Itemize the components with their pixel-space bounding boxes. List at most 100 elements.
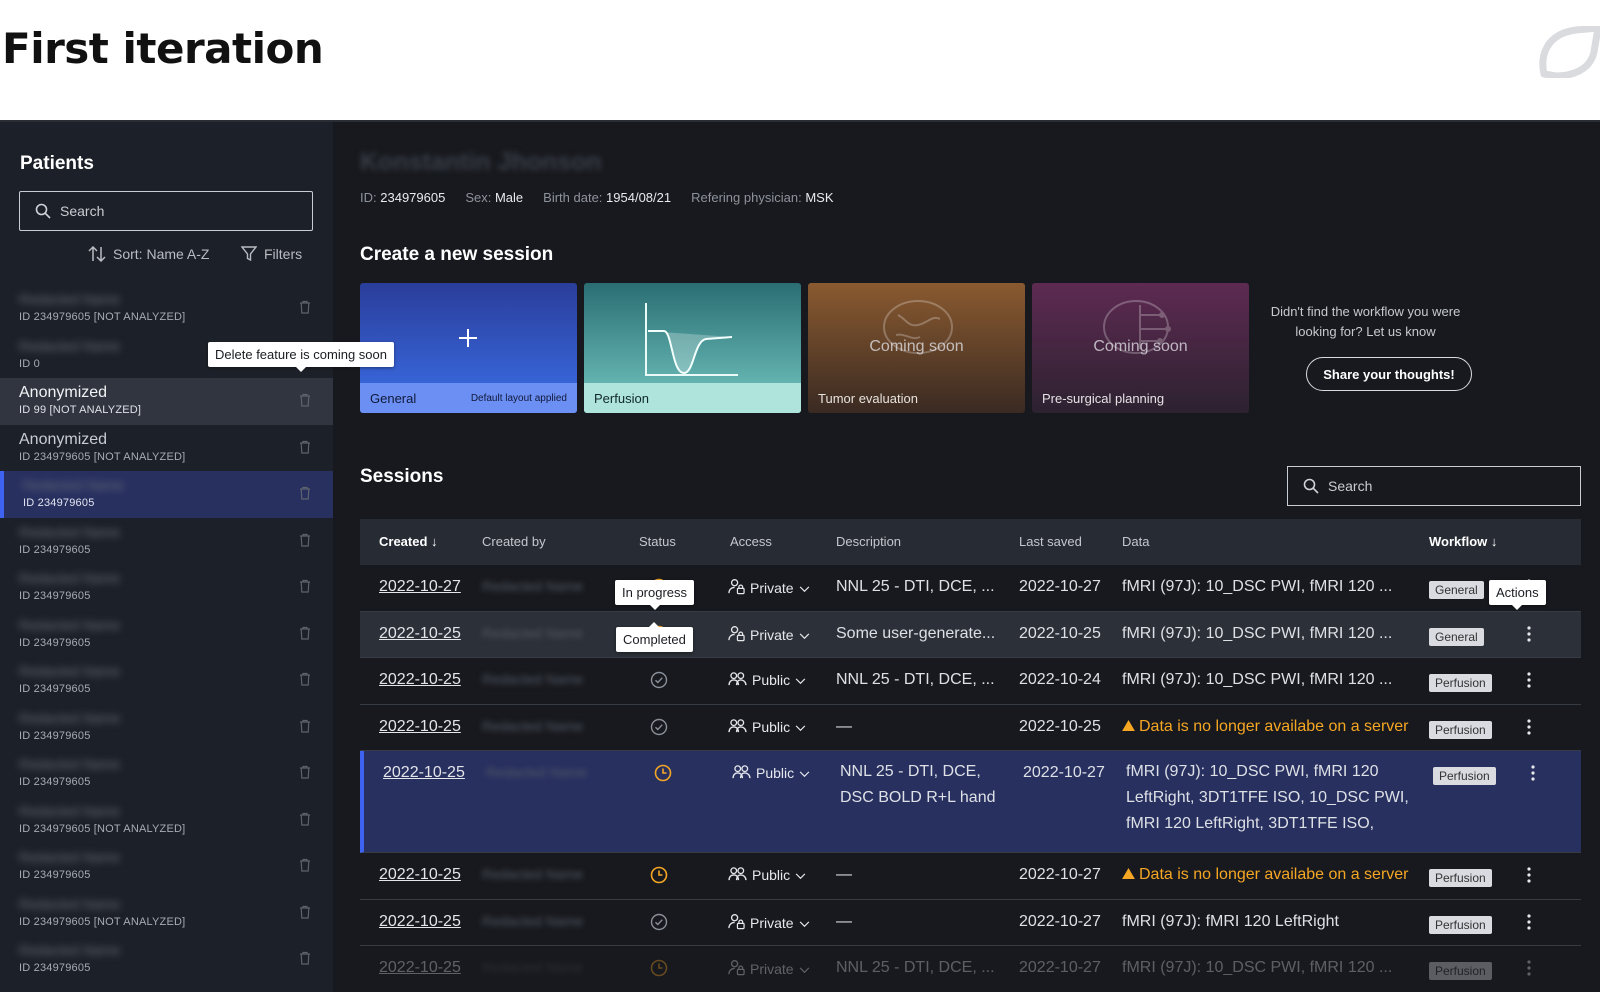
patient-list-item[interactable]: Redacted Name ID 234979605 [NOT ANALYZED] [0, 890, 333, 937]
created-by-redacted: Redacted Name [482, 578, 584, 594]
more-actions-icon[interactable] [1523, 671, 1535, 689]
access-dropdown[interactable]: Private [728, 959, 810, 979]
col-last-saved[interactable]: Last saved [1019, 534, 1082, 549]
app-window: Patients Search Sort: Name A-Z Filters R… [0, 120, 1600, 992]
in-progress-icon [650, 866, 668, 884]
patient-list-item[interactable]: Redacted Name ID 234979605 [0, 611, 333, 658]
description-line: DSC BOLD R+L hand [840, 789, 996, 806]
sessions-search-input[interactable]: Search [1287, 466, 1581, 506]
trash-icon[interactable] [299, 905, 311, 919]
sort-label: Sort: Name A-Z [113, 246, 210, 262]
trash-icon[interactable] [299, 486, 311, 500]
patient-name: Anonymized [19, 430, 108, 448]
table-row[interactable]: 2022-10-25 Redacted Name Public — 2022-10-25… [360, 705, 1581, 751]
created-date-link[interactable]: 2022-10-25 [379, 959, 461, 977]
card-tumor-evaluation[interactable]: Coming soon Tumor evaluation [808, 283, 1025, 413]
table-row[interactable]: 2022-10-25 Redacted Name Private NNL 25 - D… [360, 946, 1581, 992]
trash-icon[interactable] [299, 300, 311, 314]
patient-list-item[interactable]: Anonymized ID 99 [NOT ANALYZED] [0, 378, 333, 425]
access-dropdown[interactable]: Public [728, 671, 806, 689]
more-actions-icon[interactable] [1523, 959, 1535, 977]
trash-icon[interactable] [299, 626, 311, 640]
patient-name: Anonymized [19, 384, 108, 401]
trash-icon[interactable] [299, 393, 311, 407]
patient-name-redacted: Konstantin Jhonson [360, 148, 602, 176]
col-created[interactable]: Created ↓ [379, 534, 438, 549]
table-header: Created ↓ Created by Status Access Descr… [360, 519, 1581, 565]
access-dropdown[interactable]: Private [728, 913, 810, 933]
table-row[interactable]: 2022-10-25 Redacted Name Public — 2022-10-27… [360, 853, 1581, 900]
more-actions-icon[interactable] [1523, 913, 1535, 931]
col-access[interactable]: Access [730, 534, 772, 549]
patient-id-label: ID 234979605 [19, 543, 91, 556]
created-date-link[interactable]: 2022-10-27 [379, 578, 461, 596]
trash-icon[interactable] [299, 951, 311, 965]
more-actions-icon[interactable] [1523, 866, 1535, 884]
more-actions-icon[interactable] [1527, 764, 1539, 782]
patient-id-label: ID 0 [19, 357, 40, 370]
public-users-icon [728, 718, 747, 736]
col-status[interactable]: Status [639, 534, 676, 549]
trash-icon[interactable] [299, 719, 311, 733]
access-dropdown[interactable]: Public [732, 764, 810, 782]
table-row[interactable]: 2022-10-25 Redacted Name Public NNL 25 - DT… [360, 751, 1581, 853]
col-workflow[interactable]: Workflow ↓ [1429, 534, 1497, 549]
patient-list-item[interactable]: Redacted Name ID 234979605 [0, 704, 333, 751]
col-data[interactable]: Data [1122, 534, 1149, 549]
patient-list-item[interactable]: Redacted Name ID 234979605 [0, 657, 333, 704]
patient-name: Redacted Name [19, 616, 121, 633]
patient-search-input[interactable]: Search [19, 191, 313, 231]
patient-list-item[interactable]: Redacted Name ID 234979605 [0, 936, 333, 983]
patient-list-item[interactable]: Redacted Name ID 234979605 [NOT ANALYZED] [0, 797, 333, 844]
brand-logo-icon [1539, 26, 1600, 78]
filters-button[interactable]: Filters [241, 246, 302, 262]
patient-list-item[interactable]: Anonymized ID 234979605 [NOT ANALYZED] [0, 425, 333, 472]
trash-icon[interactable] [299, 765, 311, 779]
created-date-link[interactable]: 2022-10-25 [379, 913, 461, 931]
card-presurgical-coming-soon: Coming soon [1093, 338, 1188, 355]
table-row[interactable]: 2022-10-25 Redacted Name Private Some user-… [360, 611, 1581, 658]
patient-id-label: ID 234979605 [NOT ANALYZED] [19, 822, 186, 835]
col-created-by[interactable]: Created by [482, 534, 546, 549]
access-dropdown[interactable]: Public [728, 866, 806, 884]
patient-list-item[interactable]: Redacted Name ID 234979605 [0, 750, 333, 797]
col-description[interactable]: Description [836, 534, 901, 549]
data-cell: fMRI (97J): 10_DSC PWI, fMRI 120 LeftRigh… [1126, 759, 1409, 837]
created-date-link[interactable]: 2022-10-25 [379, 625, 461, 643]
patient-list-item[interactable]: Redacted Name ID 234979605 [NOT ANALYZED] [0, 285, 333, 332]
sort-button[interactable]: Sort: Name A-Z [88, 246, 209, 262]
patient-list-item[interactable]: Redacted Name ID 234979605 [0, 564, 333, 611]
trash-icon[interactable] [299, 579, 311, 593]
trash-icon[interactable] [299, 533, 311, 547]
patient-list-item[interactable]: Redacted Name ID 234979605 [0, 843, 333, 890]
patient-list-item[interactable]: Redacted Name ID 234979605 [0, 471, 333, 518]
created-date-link[interactable]: 2022-10-25 [379, 718, 461, 736]
created-date-link[interactable]: 2022-10-25 [379, 671, 461, 689]
data-cell: fMRI (97J): 10_DSC PWI, fMRI 120 ... [1122, 959, 1392, 977]
patient-list-item[interactable]: Redacted Name ID 234979605 [0, 518, 333, 565]
chevron-down-icon [799, 765, 810, 781]
access-dropdown[interactable]: Private [728, 625, 810, 645]
table-row[interactable]: 2022-10-27 Redacted Name Private NNL 25 - D… [360, 565, 1581, 612]
patient-birth-date: 1954/08/21 [606, 190, 672, 205]
private-user-icon [728, 959, 745, 979]
access-dropdown[interactable]: Public [728, 718, 806, 736]
created-date-link[interactable]: 2022-10-25 [383, 764, 465, 782]
card-pre-surgical-planning[interactable]: Coming soon Pre-surgical planning [1032, 283, 1249, 413]
patient-id-label: ID 234979605 [NOT ANALYZED] [19, 915, 186, 928]
card-general-note: Default layout applied [470, 392, 567, 404]
table-row[interactable]: 2022-10-25 Redacted Name Public NNL 25 - DT… [360, 658, 1581, 705]
share-thoughts-button[interactable]: Share your thoughts! [1306, 357, 1472, 391]
trash-icon[interactable] [299, 672, 311, 686]
trash-icon[interactable] [299, 440, 311, 454]
table-row[interactable]: 2022-10-25 Redacted Name Private — 2022-10-2… [360, 900, 1581, 946]
access-dropdown[interactable]: Private [728, 578, 810, 598]
card-perfusion[interactable]: Perfusion [584, 283, 801, 413]
created-by-redacted: Redacted Name [486, 764, 588, 780]
more-actions-icon[interactable] [1523, 718, 1535, 736]
more-actions-icon[interactable] [1523, 625, 1535, 643]
trash-icon[interactable] [299, 858, 311, 872]
sessions-search-placeholder: Search [1328, 478, 1373, 494]
trash-icon[interactable] [299, 812, 311, 826]
created-date-link[interactable]: 2022-10-25 [379, 866, 461, 884]
